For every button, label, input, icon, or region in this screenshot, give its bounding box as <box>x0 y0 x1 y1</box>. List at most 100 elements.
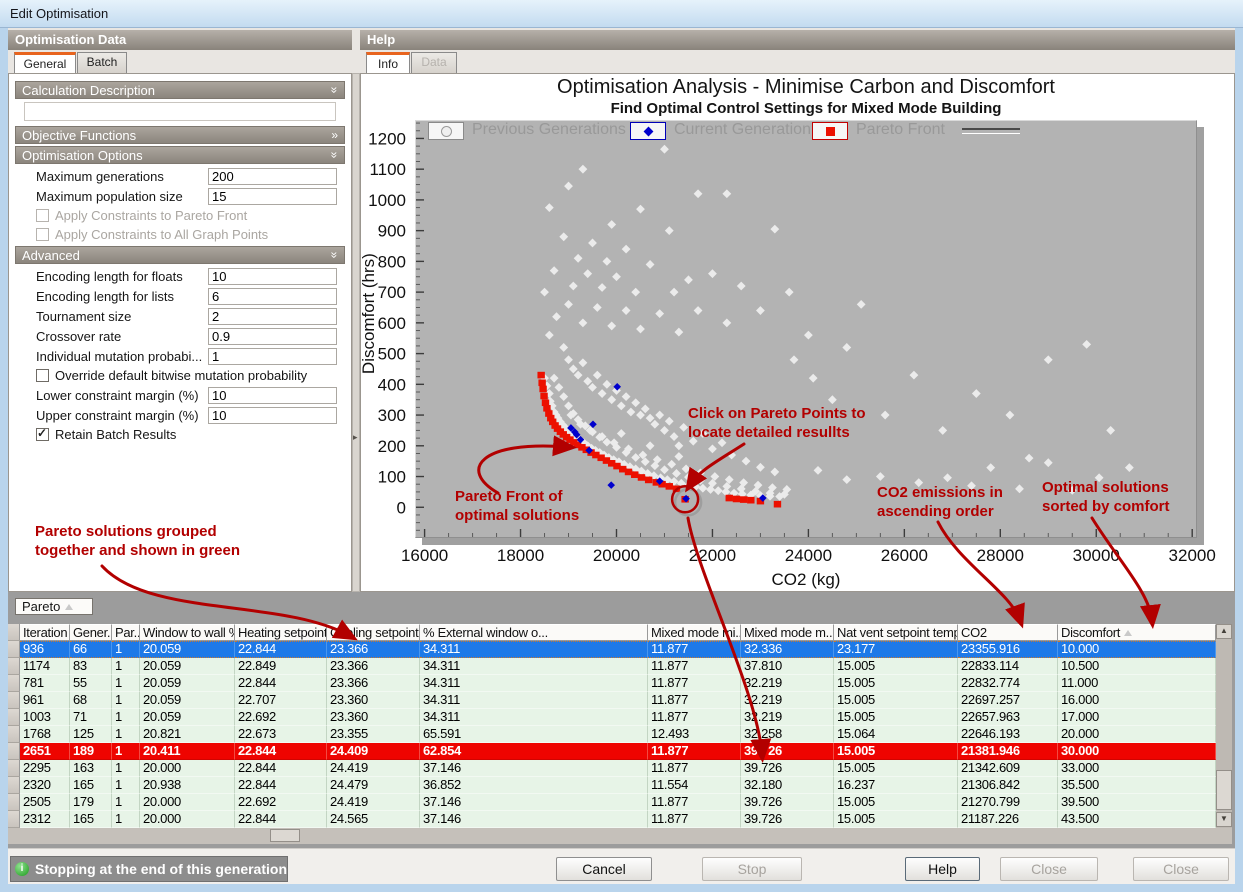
table-row[interactable]: 96168120.05922.70723.36034.31111.87732.2… <box>8 692 1216 709</box>
table-cell: 163 <box>70 760 112 777</box>
table-cell: 22.844 <box>235 743 327 760</box>
table-cell: 16.000 <box>1058 692 1216 709</box>
plot-area[interactable] <box>415 120 1197 538</box>
row-selector[interactable] <box>8 709 20 726</box>
field-input[interactable]: 15 <box>208 188 337 205</box>
tab-info[interactable]: Info <box>366 52 410 73</box>
calculation-description-input[interactable] <box>24 102 336 121</box>
section-header-advanced[interactable]: Advanced» <box>15 246 345 264</box>
chevron-down-icon[interactable]: » <box>327 87 343 94</box>
table-row[interactable]: 2320165120.93822.84424.47936.85211.55432… <box>8 777 1216 794</box>
collapse-arrow-icon[interactable]: ▸ <box>353 432 358 443</box>
column-header[interactable]: CO2 <box>958 624 1058 641</box>
row-selector[interactable] <box>8 760 20 777</box>
row-selector[interactable] <box>8 777 20 794</box>
table-cell: 21306.842 <box>958 777 1058 794</box>
column-header[interactable]: Mixed mode mi... <box>648 624 741 641</box>
chevron-down-icon[interactable]: » <box>327 152 343 159</box>
column-header[interactable]: Mixed mode m... <box>741 624 834 641</box>
column-header[interactable]: Cooling setpoint ... <box>327 624 420 641</box>
row-selector[interactable] <box>8 743 20 760</box>
column-header[interactable]: % External window o... <box>420 624 648 641</box>
pareto-group-tab[interactable]: Pareto <box>15 598 93 615</box>
row-selector[interactable] <box>8 794 20 811</box>
section-title: Optimisation Options <box>22 147 143 163</box>
section-header-optimisation-options[interactable]: Optimisation Options » <box>15 146 345 164</box>
row-selector[interactable] <box>8 675 20 692</box>
column-header[interactable]: Iteration <box>20 624 70 641</box>
checkbox[interactable] <box>36 369 49 382</box>
table-row[interactable]: 100371120.05922.69223.36034.31111.87732.… <box>8 709 1216 726</box>
column-header[interactable]: Heating setpoint ... <box>235 624 327 641</box>
column-header[interactable]: Gener... <box>70 624 112 641</box>
row-selector[interactable] <box>8 726 20 743</box>
checkbox <box>36 209 49 222</box>
field-input[interactable]: 0.9 <box>208 328 337 345</box>
table-cell: 36.852 <box>420 777 648 794</box>
checkbox-row: Apply Constraints to Pareto Front <box>14 206 346 225</box>
field-label: Tournament size <box>36 309 208 324</box>
table-row[interactable]: 117483120.05922.84923.36634.31111.87737.… <box>8 658 1216 675</box>
annotation-pareto-front: Pareto Front of optimal solutions <box>455 487 579 525</box>
horizontal-scrollbar[interactable] <box>8 828 1232 844</box>
field-input[interactable]: 2 <box>208 308 337 325</box>
table-cell: 43.500 <box>1058 811 1216 828</box>
table-cell: 125 <box>70 726 112 743</box>
field-input[interactable]: 10 <box>208 387 337 404</box>
legend-swatch-pareto-front <box>812 122 848 140</box>
field-input[interactable]: 1 <box>208 348 337 365</box>
checkbox <box>36 228 49 241</box>
column-header[interactable]: Nat vent setpoint temp <box>834 624 958 641</box>
field-input[interactable]: 10 <box>208 268 337 285</box>
table-row[interactable]: 2505179120.00022.69224.41937.14611.87739… <box>8 794 1216 811</box>
section-header-calculation-description[interactable]: Calculation Description» <box>15 81 345 99</box>
table-row[interactable]: 2312165120.00022.84424.56537.14611.87739… <box>8 811 1216 828</box>
cancel-button[interactable]: Cancel <box>556 857 652 881</box>
table-row[interactable]: 78155120.05922.84423.36634.31111.87732.2… <box>8 675 1216 692</box>
row-selector[interactable] <box>8 692 20 709</box>
chevron-down-icon[interactable]: » <box>327 252 343 259</box>
table-cell: 11.877 <box>648 641 741 658</box>
vertical-scrollbar[interactable]: ▲ ▼ <box>1216 624 1232 844</box>
row-selector[interactable] <box>8 658 20 675</box>
chevron-right-icon[interactable]: » <box>331 127 338 143</box>
table-cell: 15.005 <box>834 709 958 726</box>
table-cell: 2651 <box>20 743 70 760</box>
field-input[interactable]: 6 <box>208 288 337 305</box>
horizontal-scroll-thumb[interactable] <box>270 829 300 842</box>
table-cell: 22833.114 <box>958 658 1058 675</box>
table-cell: 37.146 <box>420 811 648 828</box>
checkbox-label: Apply Constraints to All Graph Points <box>55 227 268 242</box>
field-row: Upper constraint margin (%)10 <box>14 405 346 425</box>
stop-button: Stop <box>702 857 802 881</box>
table-cell: 20.411 <box>140 743 235 760</box>
field-label: Encoding length for floats <box>36 269 208 284</box>
column-header[interactable]: Window to wall % <box>140 624 235 641</box>
scroll-down-icon[interactable]: ▼ <box>1216 812 1232 827</box>
scroll-up-icon[interactable]: ▲ <box>1216 624 1232 639</box>
tab-general[interactable]: General <box>14 52 76 73</box>
vertical-scroll-thumb[interactable] <box>1216 770 1232 810</box>
field-input[interactable]: 10 <box>208 407 337 424</box>
help-button[interactable]: Help <box>905 857 980 881</box>
titlebar[interactable]: Edit Optimisation <box>0 0 1243 28</box>
field-row: Maximum generations200 <box>14 166 346 186</box>
tab-batch[interactable]: Batch <box>77 52 127 73</box>
table-cell: 23.366 <box>327 641 420 658</box>
table-cell: 22646.193 <box>958 726 1058 743</box>
panel-splitter[interactable]: ▸ <box>352 73 360 592</box>
checkbox[interactable] <box>36 428 49 441</box>
field-input[interactable]: 200 <box>208 168 337 185</box>
section-header-objective-functions[interactable]: Objective Functions» <box>15 126 345 144</box>
table-row[interactable]: 2651189120.41122.84424.40962.85411.87739… <box>8 743 1216 760</box>
table-cell: 34.311 <box>420 709 648 726</box>
table-cell: 39.500 <box>1058 794 1216 811</box>
table-cell: 22.844 <box>235 760 327 777</box>
row-selector[interactable] <box>8 641 20 658</box>
column-header[interactable]: Discomfort <box>1058 624 1216 641</box>
row-selector[interactable] <box>8 811 20 828</box>
table-row[interactable]: 1768125120.82122.67323.35565.59112.49332… <box>8 726 1216 743</box>
table-row[interactable]: 2295163120.00022.84424.41937.14611.87739… <box>8 760 1216 777</box>
column-header[interactable]: Par... <box>112 624 140 641</box>
table-row[interactable]: 93666120.05922.84423.36634.31111.87732.3… <box>8 641 1216 658</box>
